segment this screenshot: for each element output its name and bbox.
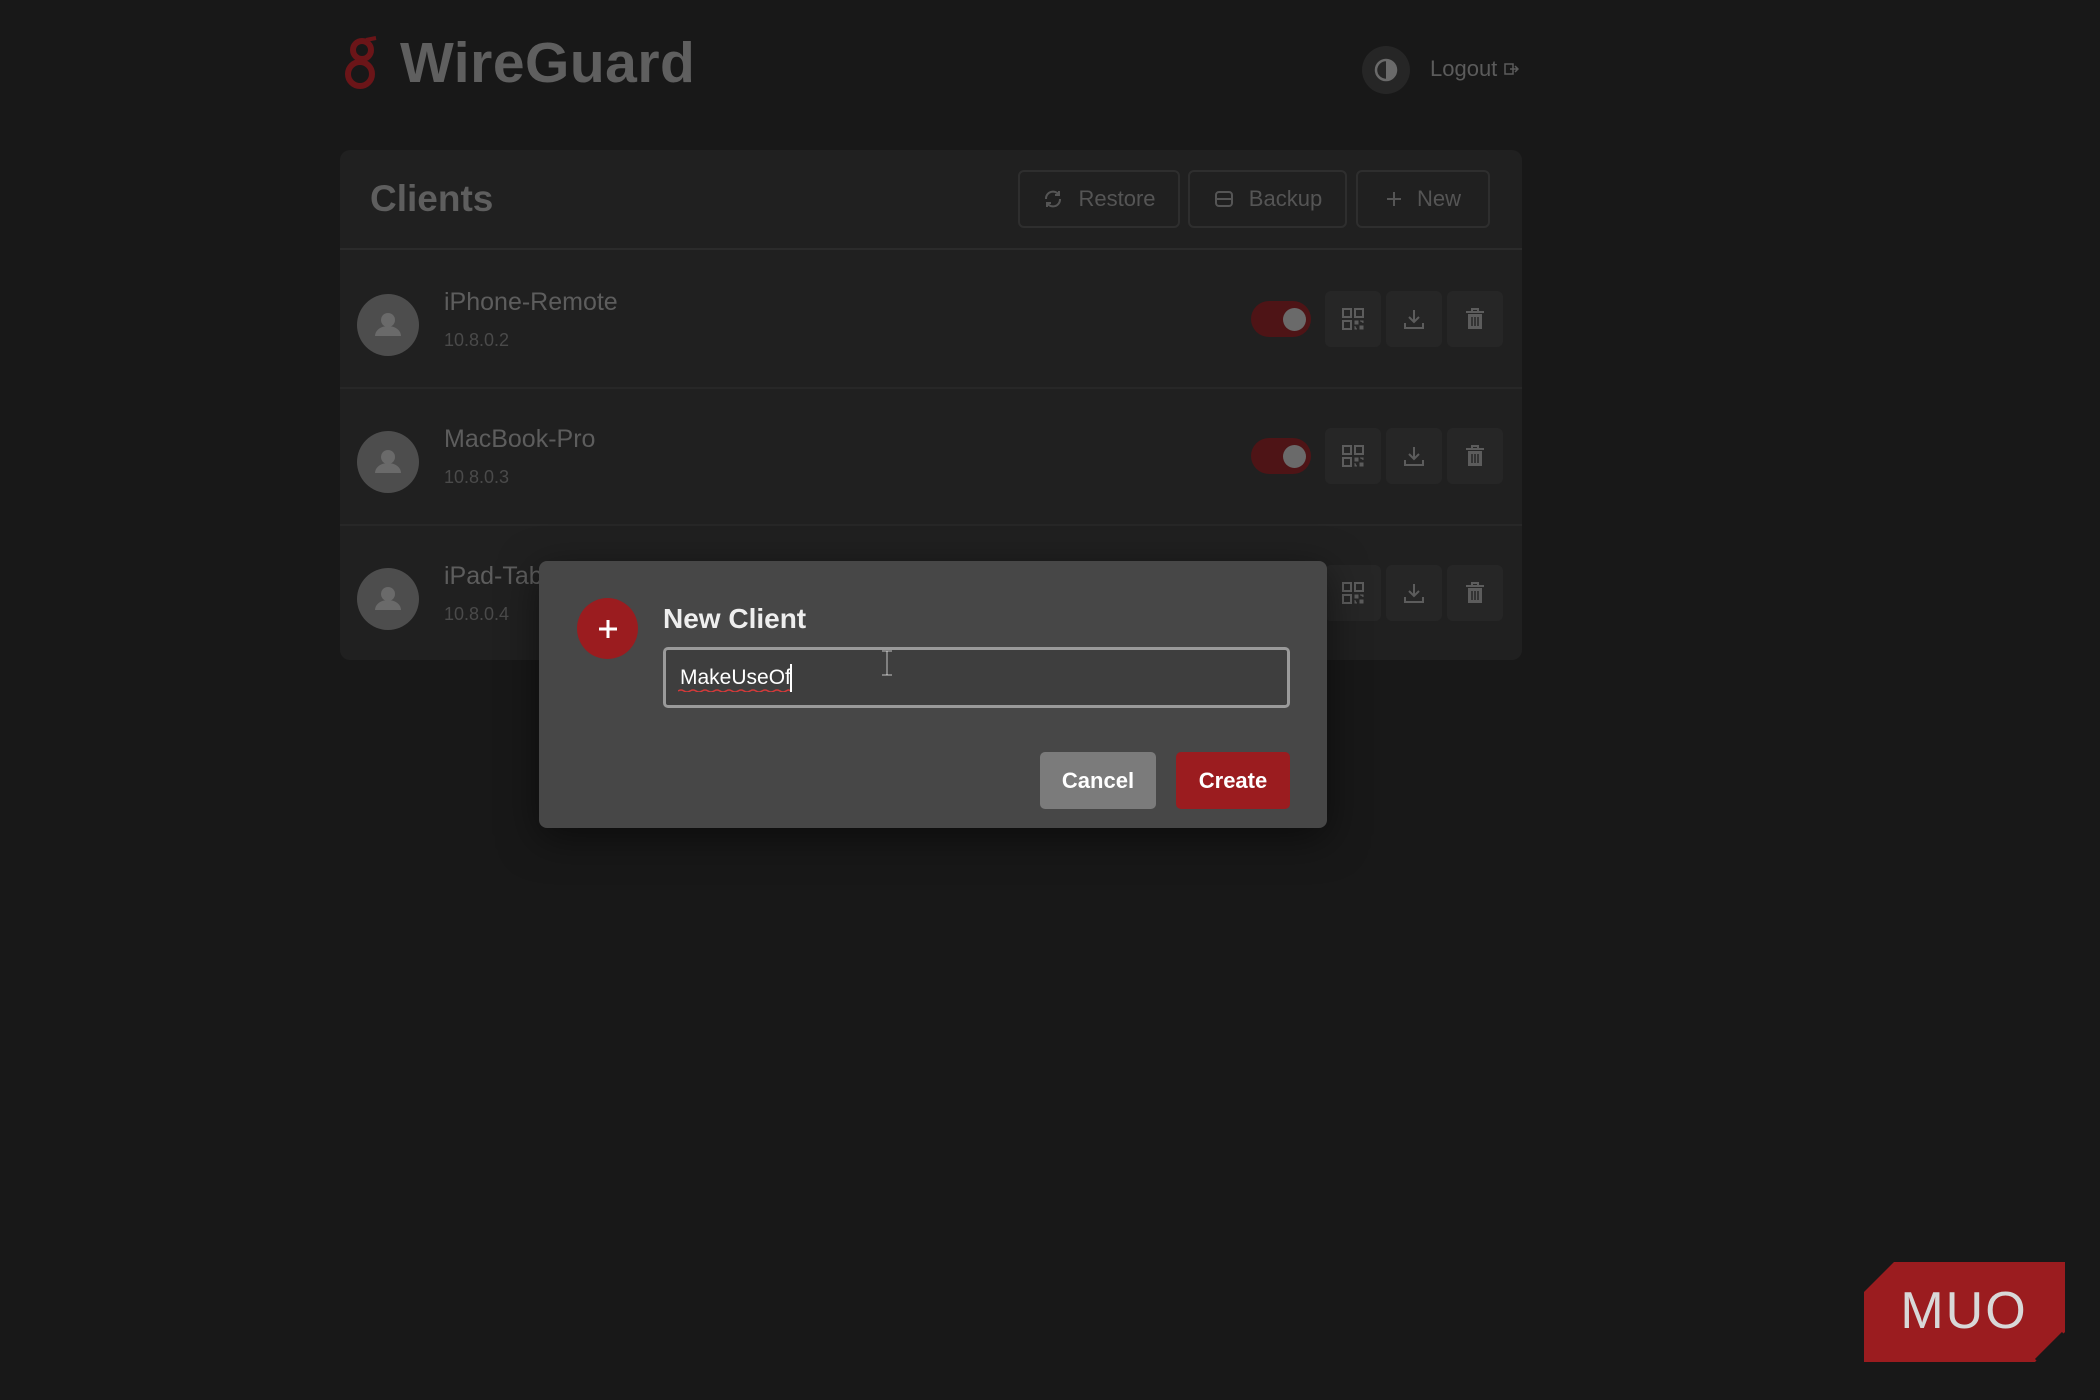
avatar <box>357 294 419 356</box>
app-title: WireGuard <box>400 31 696 95</box>
show-qr-button[interactable] <box>1325 428 1381 484</box>
download-icon <box>1404 310 1424 329</box>
user-icon <box>375 587 401 610</box>
plus-icon <box>1386 192 1401 206</box>
show-qr-button[interactable] <box>1325 565 1381 621</box>
spellcheck-underline <box>678 689 790 692</box>
clients-title: Clients <box>370 178 494 219</box>
user-icon <box>375 450 401 473</box>
delete-client-button[interactable] <box>1447 565 1503 621</box>
logout-link[interactable]: Logout <box>1430 56 1520 82</box>
download-config-button[interactable] <box>1386 565 1442 621</box>
contrast-icon <box>1374 58 1398 82</box>
client-ip: 10.8.0.3 <box>444 467 510 487</box>
muo-watermark-logo: MUO <box>1864 1262 2065 1362</box>
trash-icon <box>1466 582 1484 603</box>
new-label: New <box>1416 186 1461 211</box>
client-ip: 10.8.0.4 <box>444 604 510 624</box>
user-icon <box>375 313 401 336</box>
text-caret <box>790 664 792 692</box>
wireguard-logo-icon <box>345 36 377 89</box>
backup-label: Backup <box>1248 186 1323 211</box>
dialog-title: New Client <box>663 603 807 634</box>
client-row: MacBook-Pro 10.8.0.3 <box>340 389 1522 524</box>
delete-client-button[interactable] <box>1447 291 1503 347</box>
create-label: Create <box>1198 767 1268 793</box>
cancel-button[interactable]: Cancel <box>1040 752 1156 809</box>
ibeam-cursor-icon <box>882 650 892 676</box>
new-client-button[interactable]: New <box>1356 170 1490 228</box>
delete-client-button[interactable] <box>1447 428 1503 484</box>
client-row: iPhone-Remote 10.8.0.2 <box>340 250 1522 387</box>
backup-button[interactable]: Backup <box>1188 170 1347 228</box>
qr-code-icon <box>1342 582 1364 604</box>
avatar <box>357 568 419 630</box>
client-name: MacBook-Pro <box>444 425 596 453</box>
client-enable-toggle[interactable] <box>1251 438 1311 474</box>
restore-label: Restore <box>1078 186 1156 211</box>
show-qr-button[interactable] <box>1325 291 1381 347</box>
client-ip: 10.8.0.2 <box>444 330 510 350</box>
restore-button[interactable]: Restore <box>1018 170 1180 228</box>
logout-label: Logout <box>1430 56 1498 81</box>
client-name: iPad-Tab <box>444 562 543 590</box>
avatar <box>357 431 419 493</box>
cancel-label: Cancel <box>1061 767 1135 793</box>
refresh-icon <box>1045 190 1062 208</box>
client-name: iPhone-Remote <box>444 288 618 316</box>
qr-code-icon <box>1342 308 1364 330</box>
create-button[interactable]: Create <box>1176 752 1290 809</box>
toggle-knob <box>1283 445 1306 468</box>
download-config-button[interactable] <box>1386 291 1442 347</box>
download-icon <box>1404 447 1424 466</box>
download-icon <box>1404 584 1424 603</box>
dialog-plus-badge <box>577 598 638 659</box>
client-enable-toggle[interactable] <box>1251 301 1311 337</box>
toggle-knob <box>1283 308 1306 331</box>
download-config-button[interactable] <box>1386 428 1442 484</box>
plus-icon <box>598 619 617 638</box>
database-icon <box>1214 191 1233 207</box>
watermark-text: MUO <box>1900 1282 2027 1340</box>
qr-code-icon <box>1342 445 1364 467</box>
logout-icon <box>1504 63 1520 75</box>
theme-toggle-button[interactable] <box>1362 46 1410 94</box>
client-name-input[interactable] <box>663 647 1290 708</box>
trash-icon <box>1466 445 1484 466</box>
trash-icon <box>1466 308 1484 329</box>
